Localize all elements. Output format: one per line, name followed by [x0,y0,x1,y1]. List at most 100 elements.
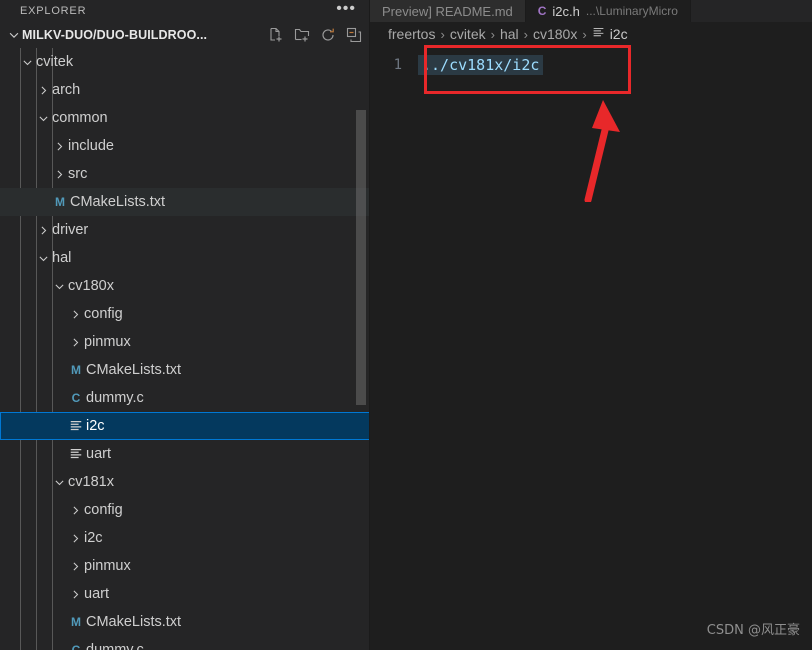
tree-item-arch[interactable]: arch [0,76,370,104]
editor-tab-label: Preview] README.md [382,3,513,19]
chevron-down-icon[interactable] [34,112,52,125]
tree-item-label: config [84,306,123,322]
breadcrumb: freertos › cvitek › hal › cv180x › i2c [370,22,812,46]
tree-item-hal[interactable]: hal [0,244,370,272]
tree-item-include[interactable]: include [0,132,370,160]
code-line-1[interactable]: 1 ../cv181x/i2c [370,54,812,76]
tree-item-cmakelists-txt[interactable]: M CMakeLists.txt [0,356,370,384]
tree-item-pinmux[interactable]: pinmux [0,552,370,580]
tree-item-uart[interactable]: uart [0,440,370,468]
tree-item-config[interactable]: config [0,496,370,524]
tree-item-i2c[interactable]: i2c [0,524,370,552]
file-tree[interactable]: cvitek arch common include src M CMakeLists.tx… [0,48,370,650]
tree-item-cv180x[interactable]: cv180x [0,272,370,300]
tree-item-cmakelists-txt[interactable]: M CMakeLists.txt [0,608,370,636]
explorer-title-label: EXPLORER [20,5,87,17]
tree-item-dummy-c[interactable]: Cdummy.c [0,384,370,412]
refresh-icon[interactable] [318,25,338,45]
tree-item-label: cvitek [36,54,74,70]
breadcrumb-item-cv180x[interactable]: cv180x [533,26,577,42]
c-file-icon: C [71,643,81,650]
chevron-right-icon[interactable] [66,532,84,545]
chevron-down-icon[interactable] [50,280,68,293]
breadcrumb-file-label: i2c [609,26,628,42]
chevron-right-icon[interactable] [50,168,68,181]
tree-item-uart[interactable]: uart [0,580,370,608]
tree-item-cmakelists-txt[interactable]: M CMakeLists.txt [0,188,370,216]
tree-item-label: dummy.c [86,642,144,650]
tree-item-pinmux[interactable]: pinmux [0,328,370,356]
breadcrumb-item-hal[interactable]: hal [500,26,519,42]
tree-item-label: hal [52,250,72,266]
editor-tab-readme[interactable]: Preview] README.md [370,0,526,22]
cmake-file-icon: M [55,195,65,209]
tree-item-label: pinmux [84,558,131,574]
new-folder-icon[interactable] [292,25,312,45]
chevron-right-icon[interactable] [34,84,52,97]
tree-item-cvitek[interactable]: cvitek [0,48,370,76]
chevron-down-icon[interactable] [50,476,68,489]
chevron-down-icon[interactable] [18,56,36,69]
tree-item-cv181x[interactable]: cv181x [0,468,370,496]
tree-item-label: driver [52,222,89,238]
code-editor[interactable]: 1 ../cv181x/i2c [370,54,812,650]
chevron-right-icon: › [582,26,587,42]
tree-item-label: CMakeLists.txt [86,362,182,378]
explorer-title-bar: EXPLORER ••• [0,0,370,22]
chevron-right-icon[interactable] [66,336,84,349]
new-file-icon[interactable] [266,25,286,45]
collapse-all-icon[interactable] [344,25,364,45]
chevron-down-icon[interactable] [6,28,22,42]
line-number: 1 [393,57,402,73]
editor-tab-bar: Preview] README.md C i2c.h ...\LuminaryM… [370,0,812,22]
breadcrumb-item-freertos[interactable]: freertos [388,26,435,42]
explorer-actions [266,22,364,48]
chevron-right-icon[interactable] [34,224,52,237]
tree-item-label: cv180x [68,278,114,294]
chevron-right-icon: › [523,26,528,42]
tree-item-common[interactable]: common [0,104,370,132]
editor-area: Preview] README.md C i2c.h ...\LuminaryM… [370,0,812,650]
editor-tab-label: i2c.h [552,3,580,19]
editor-tab-i2c-h[interactable]: C i2c.h ...\LuminaryMicro [525,0,691,22]
tree-item-driver[interactable]: driver [0,216,370,244]
explorer-overflow-menu-icon[interactable]: ••• [336,0,356,22]
chevron-down-icon[interactable] [34,252,52,265]
tree-item-label: uart [84,586,109,602]
explorer-sidebar: EXPLORER ••• MILKV-DUO/DUO-BUILDROO... c… [0,0,370,650]
tree-item-label: config [84,502,123,518]
tree-item-i2c[interactable]: i2c [0,412,370,440]
chevron-right-icon[interactable] [66,308,84,321]
code-line-text: ../cv181x/i2c [418,55,544,75]
tree-item-src[interactable]: src [0,160,370,188]
chevron-right-icon[interactable] [66,588,84,601]
chevron-right-icon[interactable] [66,504,84,517]
chevron-right-icon[interactable] [66,560,84,573]
cmake-file-icon: M [71,363,81,377]
text-file-icon [66,447,86,461]
chevron-right-icon[interactable] [50,140,68,153]
sidebar-scrollbar[interactable] [356,110,366,405]
tree-item-dummy-c[interactable]: Cdummy.c [0,636,370,650]
tree-item-label: i2c [86,418,105,434]
tree-item-config[interactable]: config [0,300,370,328]
explorer-root-folder-row[interactable]: MILKV-DUO/DUO-BUILDROO... [0,22,370,48]
breadcrumb-item-cvitek[interactable]: cvitek [450,26,486,42]
breadcrumb-item-i2c[interactable]: i2c [592,26,628,42]
tree-item-label: dummy.c [86,390,144,406]
tree-item-label: pinmux [84,334,131,350]
tree-item-label: CMakeLists.txt [70,194,166,210]
csdn-watermark: CSDN @风正豪 [706,623,800,638]
tree-item-label: cv181x [68,474,114,490]
